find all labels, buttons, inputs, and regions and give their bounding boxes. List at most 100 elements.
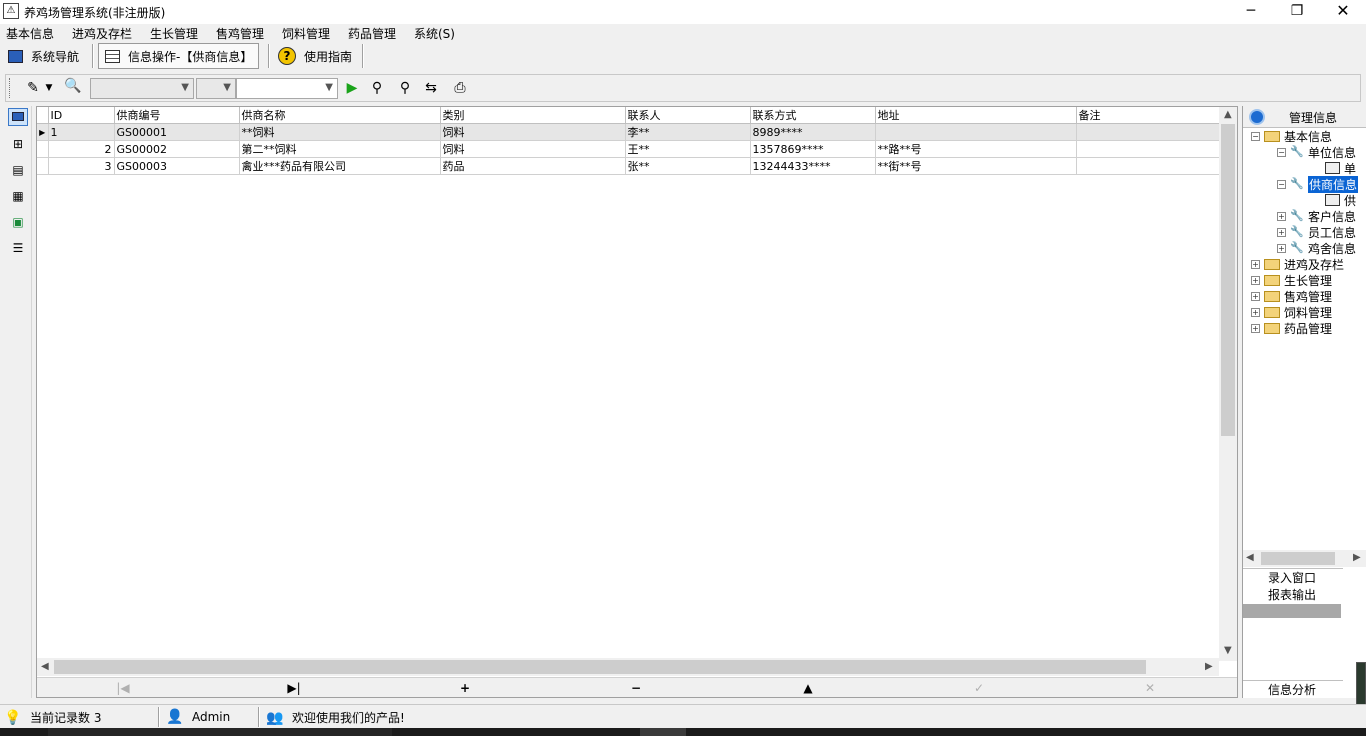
- collapse-icon[interactable]: −: [1277, 179, 1286, 189]
- nav-last-icon[interactable]: ▶|: [284, 680, 304, 696]
- column-header[interactable]: 类别: [440, 107, 626, 124]
- table-cell[interactable]: GS00001: [114, 123, 240, 141]
- nav-insert-icon[interactable]: +: [455, 680, 475, 696]
- scroll-up-icon[interactable]: ▲: [1224, 109, 1232, 120]
- table-cell[interactable]: 王**: [625, 140, 751, 158]
- list-view-icon[interactable]: ▤: [8, 162, 28, 180]
- column-header[interactable]: 供商编号: [114, 107, 240, 124]
- entry-window-button[interactable]: 录入窗口: [1243, 568, 1343, 586]
- minimize-button[interactable]: ─: [1228, 0, 1274, 24]
- collapse-panel-icon[interactable]: [1249, 109, 1265, 125]
- menu-system[interactable]: 系统(S): [412, 25, 457, 42]
- expand-icon[interactable]: +: [1251, 259, 1260, 269]
- table-cell[interactable]: 3: [48, 157, 115, 175]
- tree-scroll-thumb[interactable]: [1261, 552, 1335, 565]
- menu-growth[interactable]: 生长管理: [148, 25, 200, 42]
- tree-node-growth[interactable]: + 生长管理: [1251, 272, 1332, 288]
- grid-view-icon[interactable]: [8, 108, 28, 126]
- tab-info-operation[interactable]: 信息操作-【供商信息】: [98, 43, 260, 69]
- column-header[interactable]: 联系方式: [750, 107, 876, 124]
- table-cell[interactable]: 药品: [440, 157, 626, 175]
- info-analysis-button[interactable]: 信息分析: [1243, 680, 1343, 698]
- tab-user-guide[interactable]: ? 使用指南: [272, 43, 358, 69]
- tree-horizontal-scrollbar[interactable]: ◀ ▶: [1243, 550, 1366, 567]
- table-cell[interactable]: **路**号: [875, 140, 1077, 158]
- table-cell[interactable]: [1076, 140, 1220, 158]
- menu-feed[interactable]: 饲料管理: [280, 25, 332, 42]
- table-cell[interactable]: GS00002: [114, 140, 240, 158]
- tab-system-nav[interactable]: 系统导航: [2, 43, 85, 69]
- tree-leaf-supplier[interactable]: 供: [1325, 192, 1356, 208]
- nav-first-icon[interactable]: |◀: [113, 680, 133, 696]
- chart-icon[interactable]: ▣: [8, 214, 28, 232]
- expand-icon[interactable]: +: [1277, 227, 1286, 237]
- app-icon[interactable]: ⚠: [3, 3, 19, 19]
- scroll-right-icon[interactable]: ▶: [1353, 552, 1361, 563]
- find-icon[interactable]: ⚲: [368, 79, 386, 97]
- nav-post-icon[interactable]: ▲: [798, 680, 818, 696]
- table-cell[interactable]: [1076, 123, 1220, 141]
- preview-icon[interactable]: 🔍: [64, 77, 82, 95]
- table-row[interactable]: 2 GS00002 第二**饲料 饲料 王** 1357869**** **路*…: [37, 140, 1220, 158]
- table-cell[interactable]: 8989****: [750, 123, 876, 141]
- document-icon[interactable]: ▦: [8, 188, 28, 206]
- menu-chick-intake[interactable]: 进鸡及存栏: [70, 25, 134, 42]
- table-cell[interactable]: 1: [48, 123, 115, 141]
- tree-node-medicine[interactable]: + 药品管理: [1251, 320, 1332, 336]
- edit-dropdown-icon[interactable]: ▼: [40, 79, 58, 97]
- table-cell[interactable]: GS00003: [114, 157, 240, 175]
- menu-medicine[interactable]: 药品管理: [346, 25, 398, 42]
- menu-basic-info[interactable]: 基本信息: [4, 25, 56, 42]
- scroll-down-icon[interactable]: ▼: [1224, 645, 1232, 656]
- toolbar-grip[interactable]: [9, 78, 12, 98]
- vertical-scroll-thumb[interactable]: [1221, 124, 1235, 436]
- close-button[interactable]: ✕: [1320, 0, 1366, 24]
- tree-node-chick-intake[interactable]: + 进鸡及存栏: [1251, 256, 1344, 272]
- expand-icon[interactable]: +: [1251, 323, 1260, 333]
- scroll-left-icon[interactable]: ◀: [41, 661, 49, 672]
- tree-leaf-unit[interactable]: 单: [1325, 160, 1356, 176]
- table-cell[interactable]: 张**: [625, 157, 751, 175]
- column-header[interactable]: 地址: [875, 107, 1077, 124]
- tree-node-supplier-info[interactable]: − 🔧 供商信息: [1277, 175, 1359, 193]
- table-cell[interactable]: 第二**饲料: [239, 140, 441, 158]
- expand-icon[interactable]: +: [1277, 243, 1286, 253]
- column-header[interactable]: ID: [48, 107, 115, 124]
- report-output-button[interactable]: 报表输出: [1243, 586, 1343, 604]
- tree-node-basic-info[interactable]: − 基本信息: [1251, 128, 1332, 144]
- table-cell[interactable]: [1076, 157, 1220, 175]
- report-icon[interactable]: ☰: [8, 240, 28, 258]
- tree-node-feed[interactable]: + 饲料管理: [1251, 304, 1332, 320]
- table-cell[interactable]: **街**号: [875, 157, 1077, 175]
- nav-edit-icon[interactable]: ✓: [969, 680, 989, 696]
- tree-node-customer-info[interactable]: + 🔧 客户信息: [1277, 208, 1356, 224]
- expand-icon[interactable]: +: [1251, 291, 1260, 301]
- column-header[interactable]: 供商名称: [239, 107, 441, 124]
- expand-icon[interactable]: +: [1277, 211, 1286, 221]
- scroll-left-icon[interactable]: ◀: [1246, 552, 1254, 563]
- table-row[interactable]: 3 GS00003 禽业***药品有限公司 药品 张** 13244433***…: [37, 157, 1220, 175]
- table-cell[interactable]: 13244433****: [750, 157, 876, 175]
- find-next-icon[interactable]: ⚲: [396, 79, 414, 97]
- scroll-right-icon[interactable]: ▶: [1205, 661, 1213, 672]
- expand-icon[interactable]: +: [1251, 275, 1260, 285]
- refresh-icon[interactable]: ⇆: [422, 79, 440, 97]
- value-select[interactable]: ▼: [236, 78, 338, 99]
- tree-view-icon[interactable]: ⊞: [8, 136, 28, 154]
- operator-select[interactable]: ▼: [196, 78, 236, 99]
- field-select[interactable]: ▼: [90, 78, 194, 99]
- tree-node-employee-info[interactable]: + 🔧 员工信息: [1277, 224, 1356, 240]
- horizontal-scrollbar[interactable]: ◀ ▶: [37, 658, 1219, 676]
- table-cell[interactable]: 1357869****: [750, 140, 876, 158]
- collapse-icon[interactable]: −: [1277, 147, 1286, 157]
- column-header[interactable]: 备注: [1076, 107, 1220, 124]
- nav-cancel-icon[interactable]: ✕: [1140, 680, 1160, 696]
- expand-icon[interactable]: +: [1251, 307, 1260, 317]
- tree-node-coop-info[interactable]: + 🔧 鸡舍信息: [1277, 240, 1356, 256]
- menu-sales[interactable]: 售鸡管理: [214, 25, 266, 42]
- run-green-arrow-icon[interactable]: ▶: [343, 79, 361, 97]
- tree-node-sales[interactable]: + 售鸡管理: [1251, 288, 1332, 304]
- table-row[interactable]: ▶ 1 GS00001 **饲料 饲料 李** 8989****: [37, 123, 1220, 141]
- table-cell[interactable]: 李**: [625, 123, 751, 141]
- table-cell[interactable]: [875, 123, 1077, 141]
